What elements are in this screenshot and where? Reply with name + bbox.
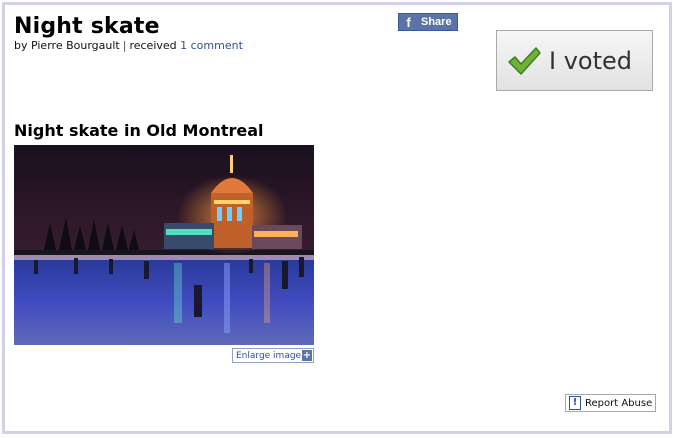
comments-link[interactable]: 1 comment (180, 39, 243, 52)
enlarge-image-label: Enlarge image (236, 350, 302, 361)
image-title: Night skate in Old Montreal (14, 121, 264, 140)
byline-separator: | (122, 39, 127, 52)
author-text: by Pierre Bourgault (14, 39, 120, 52)
post-byline: by Pierre Bourgault | received 1 comment (14, 39, 243, 53)
plus-icon: + (302, 350, 312, 361)
post-title: Night skate (14, 14, 160, 39)
facebook-icon: f (406, 15, 411, 30)
i-voted-label: I voted (549, 46, 633, 75)
received-text: received (129, 39, 177, 52)
report-abuse-label: Report Abuse (585, 397, 653, 409)
i-voted-button[interactable]: I voted (496, 30, 653, 91)
facebook-share-button[interactable]: f Share (398, 13, 458, 31)
exclamation-icon: ! (569, 396, 581, 410)
checkmark-icon (508, 46, 541, 75)
night-skate-photo[interactable] (14, 145, 314, 345)
report-abuse-button[interactable]: ! Report Abuse (565, 394, 656, 412)
share-label: Share (421, 16, 452, 28)
enlarge-image-button[interactable]: Enlarge image + (232, 348, 314, 363)
